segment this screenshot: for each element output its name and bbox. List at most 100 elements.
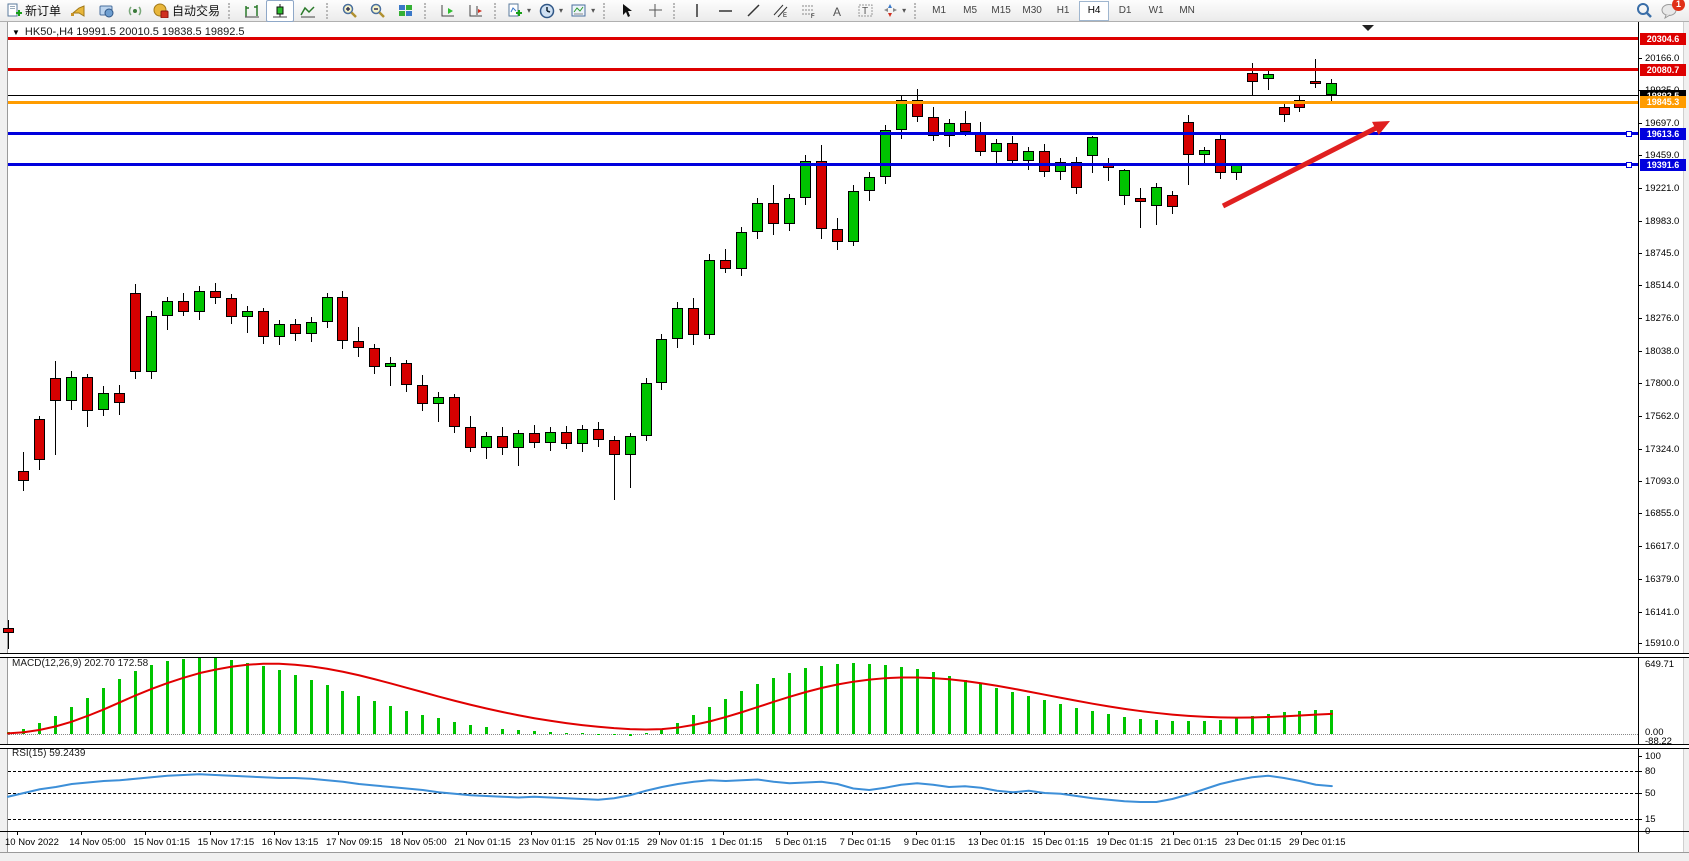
timeframe-button-m30[interactable]: M30: [1017, 1, 1047, 21]
timeframe-button-mn[interactable]: MN: [1172, 1, 1202, 21]
fibonacci-button[interactable]: F: [795, 0, 823, 22]
price-tick-mark: [1638, 643, 1642, 644]
vertical-line-button[interactable]: [683, 0, 711, 22]
rsi-pane-separator[interactable]: [0, 744, 1689, 749]
candle-body: [465, 427, 476, 448]
indicators-button[interactable]: ▾: [504, 0, 535, 22]
macd-pane-separator[interactable]: [0, 653, 1689, 658]
price-level-line[interactable]: [8, 101, 1638, 104]
macd-histogram-bar: [645, 733, 648, 734]
macd-histogram-bar: [22, 729, 25, 734]
timeframe-button-w1[interactable]: W1: [1141, 1, 1171, 21]
crosshair-icon: [648, 3, 663, 18]
crosshair-button[interactable]: [641, 0, 669, 22]
macd-histogram-bar: [788, 673, 791, 734]
candlestick-chart-button[interactable]: [266, 0, 294, 22]
chart-shift-button[interactable]: [462, 0, 490, 22]
time-tick-mark: [595, 831, 596, 835]
candle-body: [385, 363, 396, 367]
price-tick-label: 16379.0: [1645, 574, 1679, 585]
macd-histogram-bar: [86, 698, 89, 734]
timeframe-button-m5[interactable]: M5: [955, 1, 985, 21]
vertical-line-icon: [692, 3, 702, 18]
alerts-button[interactable]: [65, 0, 93, 22]
time-tick-mark: [852, 831, 853, 835]
line-chart-button[interactable]: [294, 0, 322, 22]
candle-body: [417, 385, 428, 404]
macd-histogram-bar: [341, 691, 344, 734]
candle-body: [290, 324, 301, 334]
timeframe-button-m15[interactable]: M15: [986, 1, 1016, 21]
arrows-icon: [883, 3, 898, 18]
price-tick-mark: [1638, 285, 1642, 286]
chart-dropdown-icon[interactable]: ▼: [12, 28, 20, 37]
price-tick-label: 15910.0: [1645, 638, 1679, 649]
dropdown-arrow: ▾: [527, 6, 531, 15]
macd-histogram-bar: [1059, 704, 1062, 734]
zoom-out-button[interactable]: [364, 0, 392, 22]
trendline-button[interactable]: [739, 0, 767, 22]
rsi-tick-mark: [1638, 831, 1642, 832]
svg-text:F: F: [811, 14, 815, 18]
rsi-scale-label: 80: [1645, 766, 1656, 777]
price-level-line[interactable]: [8, 132, 1638, 135]
timeframe-button-h1[interactable]: H1: [1048, 1, 1078, 21]
auto-scroll-button[interactable]: [434, 0, 462, 22]
bar-chart-button[interactable]: [238, 0, 266, 22]
metaeditor-button[interactable]: [93, 0, 121, 22]
macd-histogram-bar: [676, 723, 679, 734]
price-tick-mark: [1638, 612, 1642, 613]
equidistant-channel-button[interactable]: E: [767, 0, 795, 22]
price-level-badge: 20304.6: [1640, 33, 1686, 45]
candle-body: [800, 161, 811, 198]
horizontal-line-button[interactable]: [711, 0, 739, 22]
autotrading-button[interactable]: 自动交易: [149, 0, 224, 22]
signals-button[interactable]: [121, 0, 149, 22]
arrows-button[interactable]: ▾: [879, 0, 910, 22]
macd-histogram-bar: [437, 718, 440, 734]
chat-icon[interactable]: 1: [1661, 3, 1679, 19]
macd-histogram-bar: [294, 675, 297, 734]
trendline-icon: [746, 3, 761, 18]
candle-body: [1247, 73, 1258, 83]
periods-button[interactable]: ▾: [535, 0, 567, 22]
price-level-line[interactable]: [8, 37, 1638, 40]
toolbar-right: 1: [1636, 2, 1689, 19]
candle-body: [1023, 151, 1034, 161]
chart-shift-marker[interactable]: [1362, 25, 1374, 31]
line-drag-handle[interactable]: [1626, 131, 1632, 137]
new-order-button[interactable]: 新订单: [3, 0, 65, 22]
timeframe-button-d1[interactable]: D1: [1110, 1, 1140, 21]
search-icon[interactable]: [1636, 2, 1653, 19]
zoom-in-button[interactable]: [336, 0, 364, 22]
price-level-line[interactable]: [8, 95, 1638, 96]
candle-wick: [390, 357, 391, 386]
macd-histogram-bar: [517, 730, 520, 734]
templates-button[interactable]: ▾: [567, 0, 599, 22]
line-drag-handle[interactable]: [1626, 162, 1632, 168]
candle-body: [258, 311, 269, 337]
time-tick-mark: [17, 831, 18, 835]
macd-histogram-bar: [1011, 692, 1014, 734]
text-button[interactable]: A: [823, 0, 851, 22]
price-level-line[interactable]: [8, 68, 1638, 71]
text-label-button[interactable]: T: [851, 0, 879, 22]
macd-signal-line: [8, 664, 1332, 734]
price-level-line[interactable]: [8, 163, 1638, 166]
tile-windows-button[interactable]: [392, 0, 420, 22]
macd-histogram-bar: [1330, 710, 1333, 734]
candle-body: [114, 393, 125, 403]
macd-histogram-bar: [230, 660, 233, 734]
timeframe-button-h4[interactable]: H4: [1079, 1, 1109, 21]
price-tick-label: 17324.0: [1645, 444, 1679, 455]
candle-body: [82, 377, 93, 411]
macd-histogram-bar: [836, 664, 839, 734]
candle-body: [545, 432, 556, 443]
dropdown-arrow: ▾: [902, 6, 906, 15]
candle-body: [242, 311, 253, 318]
macd-histogram-bar: [246, 663, 249, 734]
cursor-button[interactable]: [613, 0, 641, 22]
timeframe-button-m1[interactable]: M1: [924, 1, 954, 21]
chart-shift-icon: [468, 3, 484, 18]
zoom-out-icon: [370, 3, 386, 19]
